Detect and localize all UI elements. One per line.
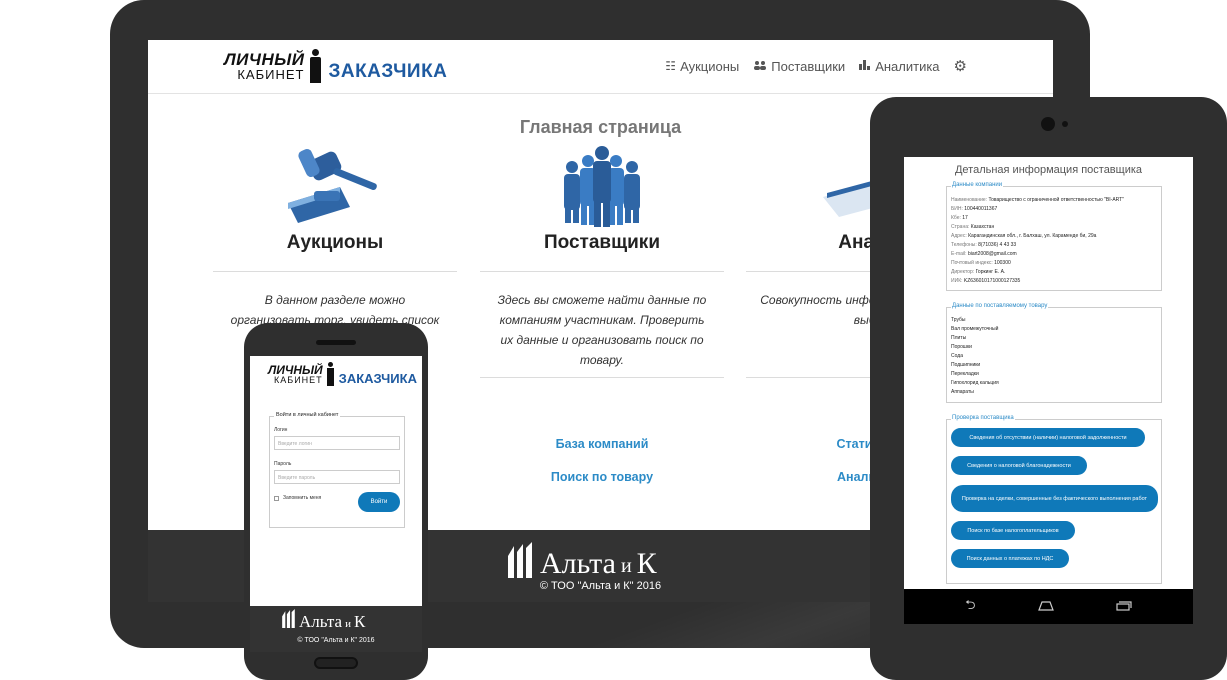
- logo[interactable]: ЛИЧНЫЙ КАБИНЕТ ЗАКАЗЧИКА: [224, 46, 447, 86]
- alta-brand-k: К: [353, 611, 366, 631]
- section-auctions: Аукционы В данном разделе можно организо…: [213, 145, 457, 350]
- remember-checkbox[interactable]: [274, 495, 279, 501]
- alta-brand-conj: и: [345, 617, 351, 630]
- home-button[interactable]: [314, 657, 358, 669]
- logo-line1: ЛИЧНЫЙ: [268, 362, 323, 377]
- alta-brand-conj: и: [620, 555, 632, 577]
- nav-analytics[interactable]: Аналитика: [859, 58, 940, 74]
- businessman-icon: [306, 49, 326, 83]
- nav-analytics-label: Аналитика: [875, 58, 940, 74]
- tax-debt-button[interactable]: Сведения об отсутствии (наличии) налогов…: [951, 428, 1145, 447]
- people-icon: [552, 145, 652, 227]
- login-button[interactable]: Войти: [358, 492, 400, 512]
- remember-me[interactable]: Запомнить меня: [274, 495, 321, 501]
- home-icon[interactable]: [1037, 599, 1055, 614]
- login-input[interactable]: Введите логин: [274, 436, 400, 450]
- vat-payments-button[interactable]: Поиск данных о платежах по НДС: [951, 549, 1069, 568]
- header: ЛИЧНЫЙ КАБИНЕТ ЗАКАЗЧИКА ☷ Аукционы Пост…: [148, 40, 1053, 94]
- phone-footer: Альта и К © ТОО "Альта и К" 2016: [250, 606, 422, 652]
- goods-item: Сода: [951, 353, 963, 359]
- nav-suppliers-label: Поставщики: [771, 58, 846, 74]
- goods-item: Трубы: [951, 317, 966, 323]
- speaker: [316, 340, 356, 345]
- goods-item: Подшипники: [951, 362, 981, 368]
- phone-logo[interactable]: ЛИЧНЫЙ КАБИНЕТ ЗАКАЗЧИКА: [268, 362, 417, 386]
- taxpayer-search-button[interactable]: Поиск по базе налогоплательщиков: [951, 521, 1075, 540]
- gear-icon[interactable]: ⚙: [954, 57, 967, 75]
- remember-label: Запомнить меня: [283, 495, 322, 501]
- alta-brand: Альта: [540, 546, 616, 580]
- recent-apps-icon[interactable]: [1116, 599, 1132, 614]
- logo-line2: КАБИНЕТ: [274, 374, 323, 385]
- link-product-search[interactable]: Поиск по товару: [480, 470, 724, 484]
- password-label: Пароль: [274, 461, 292, 467]
- panel-legend: Проверка поставщика: [951, 415, 1015, 421]
- goods-item: Аппараты: [951, 389, 974, 395]
- login-label: Логин: [274, 427, 288, 433]
- fictitious-deals-button[interactable]: Проверка на сделки, совершенные без факт…: [951, 485, 1158, 512]
- logo-line2: КАБИНЕТ: [237, 67, 305, 82]
- alta-brand: Альта: [299, 611, 343, 631]
- alta-mark-icon: [280, 609, 298, 634]
- device-mockup: ЛИЧНЫЙ КАБИНЕТ ЗАКАЗЧИКА ☷ Аукционы Пост…: [0, 0, 1227, 680]
- nav-auctions-label: Аукционы: [680, 58, 740, 74]
- alta-mark-icon: [504, 542, 538, 585]
- goods-item: Перекладки: [951, 371, 979, 377]
- company-data-panel: Данные компании Наименование: Товарищест…: [946, 182, 1162, 291]
- goods-item: Плиты: [951, 335, 967, 341]
- tablet-screen: Детальная информация поставщика Данные к…: [904, 157, 1193, 623]
- goods-item: Вал промежуточный: [951, 326, 999, 332]
- login-legend: Войти в личный кабинет: [274, 412, 341, 418]
- businessman-icon: [325, 362, 337, 386]
- password-input[interactable]: Введите пароль: [274, 470, 400, 484]
- section-title: Аукционы: [286, 232, 384, 253]
- users-icon: [753, 59, 767, 73]
- alta-brand-k: К: [636, 546, 657, 580]
- copyright: © ТОО "Альта и К" 2016: [297, 637, 375, 644]
- panel-legend: Данные компании: [951, 182, 1004, 188]
- android-nav-bar: ⮌: [904, 589, 1193, 624]
- tax-reliability-button[interactable]: Сведения о налоговой благонадежности: [951, 456, 1087, 475]
- panel-legend: Данные по поставляемому товару: [951, 303, 1049, 309]
- goods-item: Гипохлорид кальция: [951, 380, 999, 386]
- tablet: Детальная информация поставщика Данные к…: [870, 97, 1227, 680]
- alta-logo: Альта и К: [504, 542, 657, 585]
- bar-chart-icon: [859, 59, 871, 73]
- list-icon: ☷: [665, 59, 677, 73]
- gavel-icon: [280, 145, 390, 227]
- supplier-check-panel: Проверка поставщика Сведения об отсутств…: [946, 415, 1162, 584]
- goods-item: Порошки: [951, 344, 972, 350]
- logo-brand: ЗАКАЗЧИКА: [328, 61, 448, 82]
- section-description: Здесь вы сможете найти данные по компани…: [497, 293, 707, 367]
- camera-icon: [1041, 117, 1055, 131]
- section-suppliers: Поставщики Здесь вы сможете найти данные…: [480, 145, 724, 484]
- nav-suppliers[interactable]: Поставщики: [753, 59, 845, 74]
- login-form: Войти в личный кабинет Логин Введите лог…: [269, 412, 405, 528]
- nav-auctions[interactable]: ☷ Аукционы: [665, 59, 739, 74]
- back-icon[interactable]: ⮌: [965, 596, 975, 618]
- alta-logo: Альта и К: [280, 609, 365, 634]
- main-nav: ☷ Аукционы Поставщики Аналитика ⚙: [665, 57, 967, 75]
- link-company-base[interactable]: База компаний: [480, 437, 724, 451]
- logo-line1: ЛИЧНЫЙ: [224, 50, 305, 69]
- phone-screen: ЛИЧНЫЙ КАБИНЕТ ЗАКАЗЧИКА Войти в личный …: [250, 356, 422, 606]
- goods-panel: Данные по поставляемому товару Трубы Вал…: [946, 303, 1162, 403]
- section-title: Поставщики: [543, 232, 661, 253]
- logo-brand: ЗАКАЗЧИКА: [338, 370, 417, 386]
- tablet-page-title: Детальная информация поставщика: [954, 164, 1143, 176]
- phone: ЛИЧНЫЙ КАБИНЕТ ЗАКАЗЧИКА Войти в личный …: [244, 323, 428, 680]
